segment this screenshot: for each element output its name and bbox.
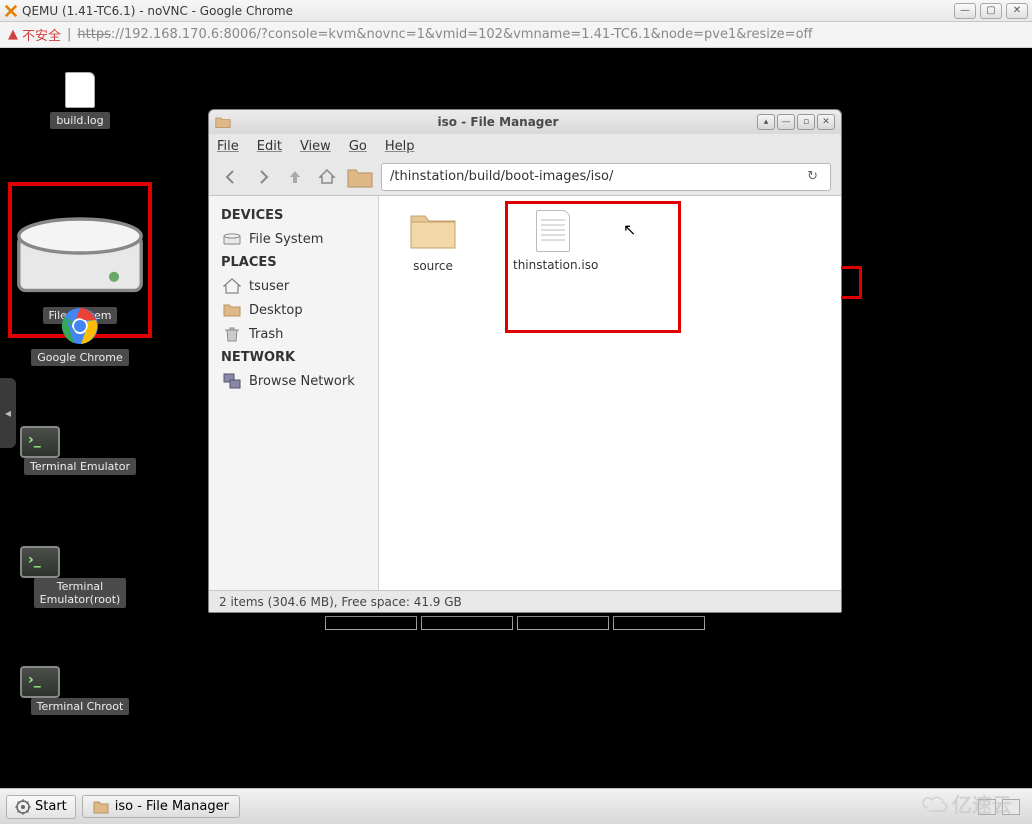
menu-go[interactable]: Go — [349, 139, 367, 154]
start-button[interactable]: Start — [6, 795, 76, 819]
terminal-icon — [20, 426, 60, 458]
home-icon — [223, 278, 241, 294]
chrome-maximize-button[interactable]: ▢ — [980, 3, 1002, 19]
fm-menubar: File Edit View Go Help — [209, 134, 841, 158]
sidebar-item-desktop[interactable]: Desktop — [209, 298, 378, 322]
chrome-window-title: QEMU (1.41-TC6.1) - noVNC - Google Chrom… — [22, 4, 954, 18]
menu-edit[interactable]: Edit — [257, 139, 282, 154]
document-icon — [536, 210, 570, 252]
folder-icon — [409, 210, 457, 250]
harddrive-icon — [223, 231, 241, 247]
chrome-titlebar: QEMU (1.41-TC6.1) - noVNC - Google Chrom… — [0, 0, 1032, 22]
document-icon — [65, 72, 95, 108]
folder-icon — [215, 115, 231, 129]
nav-forward-button[interactable] — [251, 165, 275, 189]
sidebar-item-network[interactable]: Browse Network — [209, 369, 378, 393]
vnc-panel-tab[interactable]: ◂ — [0, 378, 16, 448]
desktop-icon-label: Terminal Chroot — [31, 698, 130, 715]
sidebar-item-tsuser[interactable]: tsuser — [209, 274, 378, 298]
desktop-icon-label: Google Chrome — [31, 349, 128, 366]
file-manager-window: iso - File Manager ▴ — ▫ ✕ File Edit Vie… — [208, 109, 842, 613]
fm-statusbar: 2 items (304.6 MB), Free space: 41.9 GB — [209, 590, 841, 612]
desktop-icon-terminal[interactable]: Terminal Emulator — [20, 426, 140, 475]
menu-view[interactable]: View — [300, 139, 331, 154]
folder-icon — [347, 166, 373, 188]
fm-titlebar[interactable]: iso - File Manager ▴ — ▫ ✕ — [209, 110, 841, 134]
start-label: Start — [35, 799, 67, 814]
sidebar-item-filesystem[interactable]: File System — [209, 227, 378, 251]
desktop-icon-label: Terminal Emulator(root) — [34, 578, 127, 608]
location-input[interactable]: /thinstation/build/boot-images/iso/ ↻ — [381, 163, 831, 191]
taskbar-item-filemanager[interactable]: iso - File Manager — [82, 795, 240, 818]
chrome-addressbar: ▲ 不安全 | https://192.168.170.6:8006/?cons… — [0, 22, 1032, 48]
fm-up-button[interactable]: ▴ — [757, 114, 775, 130]
taskbar: Start iso - File Manager — [0, 788, 1032, 824]
fm-minimize-button[interactable]: — — [777, 114, 795, 130]
fm-body: DEVICES File System PLACES tsuser Deskto… — [209, 196, 841, 590]
gear-icon — [15, 799, 31, 815]
unsafe-label: 不安全 — [22, 25, 61, 44]
file-item-label: thinstation.iso — [513, 258, 593, 272]
desktop-icon-terminal-root[interactable]: Terminal Emulator(root) — [20, 546, 140, 608]
terminal-icon — [20, 666, 60, 698]
desktop-icon-label: build.log — [50, 112, 109, 129]
taskbar-item-label: iso - File Manager — [115, 799, 229, 814]
fm-sidebar: DEVICES File System PLACES tsuser Deskto… — [209, 196, 379, 590]
warning-icon: ▲ — [8, 27, 18, 42]
chrome-icon — [60, 306, 100, 346]
fm-content-pane[interactable]: source thinstation.iso ↖ — [379, 196, 841, 590]
file-item-thinstation-iso[interactable]: thinstation.iso — [513, 210, 593, 272]
status-text: 2 items (304.6 MB), Free space: 41.9 GB — [219, 595, 462, 609]
fm-close-button[interactable]: ✕ — [817, 114, 835, 130]
file-item-label: source — [393, 259, 473, 273]
desktop-icon-chrome[interactable]: Google Chrome — [20, 306, 140, 366]
network-icon — [223, 373, 241, 389]
desktop-icon-label: Terminal Emulator — [24, 458, 136, 475]
terminal-icon — [20, 546, 60, 578]
sidebar-header-devices: DEVICES — [209, 204, 378, 227]
location-path: /thinstation/build/boot-images/iso/ — [390, 169, 613, 184]
menu-file[interactable]: File — [217, 139, 239, 154]
sidebar-item-trash[interactable]: Trash — [209, 322, 378, 346]
desktop-icon-terminal-chroot[interactable]: Terminal Chroot — [20, 666, 140, 715]
sidebar-header-places: PLACES — [209, 251, 378, 274]
nav-back-button[interactable] — [219, 165, 243, 189]
refresh-icon[interactable]: ↻ — [807, 169, 818, 184]
url-display[interactable]: https://192.168.170.6:8006/?console=kvm&… — [77, 27, 812, 42]
harddrive-icon — [12, 202, 148, 304]
novnc-icon — [4, 4, 18, 18]
folder-icon — [223, 302, 241, 318]
fm-navbar: /thinstation/build/boot-images/iso/ ↻ — [209, 158, 841, 196]
cursor-icon: ↖ — [623, 220, 636, 239]
sidebar-header-network: NETWORK — [209, 346, 378, 369]
desktop-icon-buildlog[interactable]: build.log — [20, 72, 140, 129]
chrome-window-controls: — ▢ ✕ — [954, 3, 1028, 19]
nav-home-button[interactable] — [315, 165, 339, 189]
folder-icon — [93, 800, 109, 814]
fm-maximize-button[interactable]: ▫ — [797, 114, 815, 130]
chrome-close-button[interactable]: ✕ — [1006, 3, 1028, 19]
fm-window-title: iso - File Manager — [239, 115, 757, 129]
file-item-source[interactable]: source — [393, 210, 473, 273]
watermark: 亿速云 — [920, 789, 1012, 818]
menu-help[interactable]: Help — [385, 139, 415, 154]
trash-icon — [223, 326, 241, 342]
url-separator: | — [67, 27, 71, 42]
chrome-minimize-button[interactable]: — — [954, 3, 976, 19]
nav-up-button[interactable] — [283, 165, 307, 189]
